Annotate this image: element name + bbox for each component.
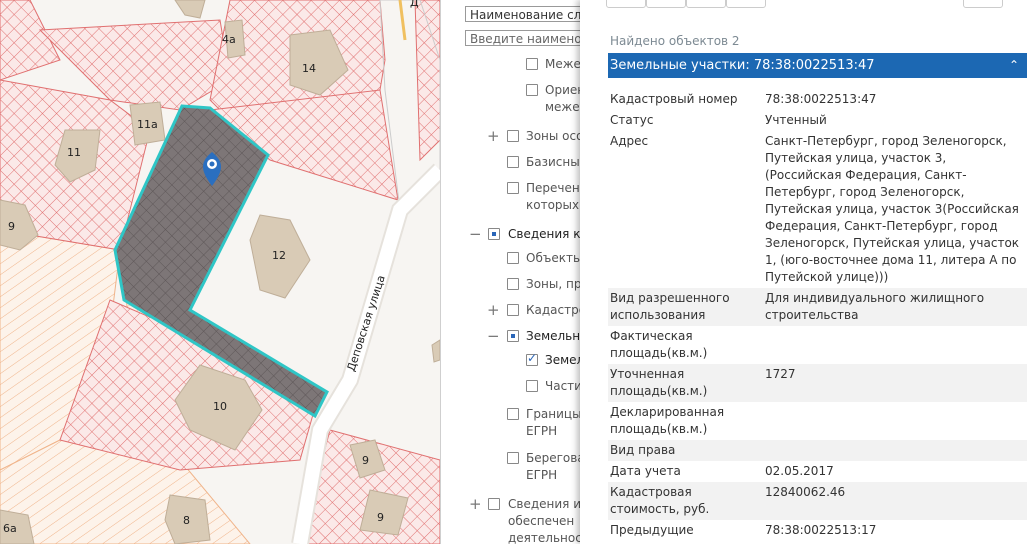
table-row: Фактическая площадь(кв.м.): [610, 329, 708, 360]
map-label-8: 8: [183, 514, 190, 527]
layer-item[interactable]: Кадастро: [526, 302, 581, 319]
layer-item[interactable]: Земел: [545, 352, 581, 369]
layer-item[interactable]: Берегова ЕГРН: [526, 450, 581, 484]
layer-checkbox[interactable]: [507, 130, 519, 142]
map-label-11: 11: [67, 146, 81, 159]
table-row: Вид права: [608, 440, 1027, 461]
table-row: Статус Учтенный: [610, 113, 827, 127]
layer-checkbox[interactable]: [488, 228, 500, 240]
layer-tree: Наименование сл Введите наименов Меже Ор…: [441, 0, 581, 544]
layer-item[interactable]: Границы ЕГРН: [526, 406, 581, 440]
result-title: Земельные участки: 78:38:0022513:47: [610, 58, 875, 73]
layer-checkbox[interactable]: [507, 278, 519, 290]
collapse-icon[interactable]: −: [469, 227, 482, 242]
layer-checkbox-checked[interactable]: [526, 351, 538, 366]
map-label-11a: 11а: [137, 118, 158, 131]
table-row: Адрес Санкт-Петербург, город Зеленогорск,…: [610, 134, 1020, 284]
toolbar-button[interactable]: [686, 0, 726, 8]
layer-checkbox[interactable]: [507, 304, 519, 316]
table-row: Кадастровая стоимость, руб. 12840062.46: [608, 482, 1027, 520]
layer-checkbox[interactable]: [507, 252, 519, 264]
layer-checkbox[interactable]: [507, 156, 519, 168]
expand-icon[interactable]: +: [487, 303, 500, 318]
map-label-10: 10: [213, 400, 227, 413]
results-count: Найдено объектов 2: [610, 34, 740, 48]
map-label-9b: 9: [362, 454, 369, 467]
map-label-9: 9: [8, 220, 15, 233]
table-row: Уточненная площадь(кв.м.) 1727: [608, 364, 1027, 402]
map-label-4a: 4а: [222, 33, 236, 46]
toolbar-button[interactable]: [606, 0, 646, 8]
layer-item[interactable]: Ориенмежев: [545, 82, 581, 116]
map-label-12: 12: [272, 249, 286, 262]
layer-checkbox[interactable]: [526, 58, 538, 70]
table-row: Дата учета 02.05.2017: [610, 464, 834, 478]
layer-checkbox[interactable]: [526, 380, 538, 392]
toolbar-button[interactable]: [646, 0, 686, 8]
layer-item[interactable]: Объекты: [526, 250, 581, 267]
layer-group-cadastral[interactable]: Сведения ка: [508, 226, 581, 243]
layer-item[interactable]: Сведения и обеспечен деятельност: [508, 496, 581, 544]
search-field-select[interactable]: Наименование сл: [465, 6, 581, 22]
table-row: Кадастровый номер 78:38:0022513:47: [610, 92, 877, 106]
info-panel: Найдено объектов 2 Земельные участки: 78…: [580, 0, 1027, 544]
layer-checkbox[interactable]: [507, 182, 519, 194]
map-canvas[interactable]: 4а 14 11а 11 9 12 10 9 9 8 6а Деповская …: [0, 0, 440, 544]
toolbar-button[interactable]: [726, 0, 766, 8]
layer-checkbox[interactable]: [507, 452, 519, 464]
expand-icon[interactable]: +: [487, 129, 500, 144]
map-label-9c: 9: [377, 511, 384, 524]
search-input[interactable]: Введите наименов: [465, 30, 581, 46]
toolbar-button[interactable]: [963, 0, 1003, 8]
layer-item[interactable]: Меже: [545, 56, 581, 73]
map-label-6a: 6а: [3, 522, 17, 535]
layer-group-land[interactable]: Земельн: [526, 328, 580, 345]
table-row: Декларированная площадь(кв.м.): [610, 405, 725, 436]
layer-checkbox[interactable]: [507, 408, 519, 420]
table-row: Предыдущие кадастровые номера78:38:00225…: [610, 523, 877, 544]
chevron-up-icon[interactable]: ⌃: [1009, 53, 1019, 78]
layer-checkbox[interactable]: [507, 330, 519, 342]
street-label-top: Д: [410, 0, 419, 9]
layer-checkbox[interactable]: [488, 498, 500, 510]
layer-item[interactable]: Частич: [545, 378, 581, 395]
result-header[interactable]: Земельные участки: 78:38:0022513:47 ⌃: [608, 53, 1027, 78]
attribute-table: Кадастровый номер 78:38:0022513:47 Статус…: [608, 89, 1027, 544]
table-row: Вид разрешенного использования Для индиви…: [608, 288, 1027, 326]
collapse-icon[interactable]: −: [487, 329, 500, 344]
expand-icon[interactable]: +: [469, 497, 482, 512]
layer-item[interactable]: Зоны, пр: [526, 276, 581, 293]
layer-item[interactable]: Зоны осо: [526, 128, 581, 145]
layer-item[interactable]: Перечен которых: [526, 180, 580, 214]
map-view[interactable]: 4а 14 11а 11 9 12 10 9 9 8 6а Деповская …: [0, 0, 441, 544]
layer-checkbox[interactable]: [526, 84, 538, 96]
map-label-14: 14: [302, 62, 316, 75]
layer-item[interactable]: Базисны: [526, 154, 580, 171]
